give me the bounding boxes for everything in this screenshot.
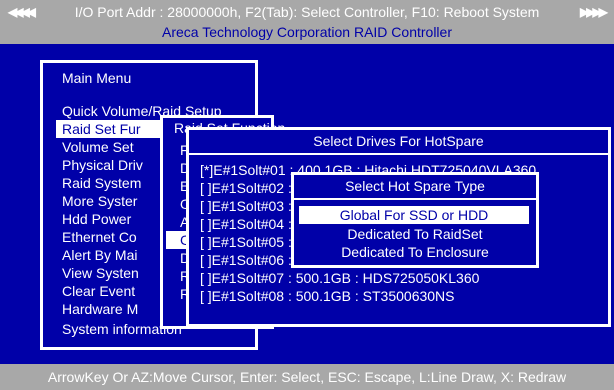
menu-item-physical-drives[interactable]: Physical Driv (62, 156, 143, 174)
menu-item-alert-by-mail[interactable]: Alert By Mai (62, 246, 137, 264)
menu-item-ethernet[interactable]: Ethernet Co (62, 228, 137, 246)
divider (293, 198, 537, 200)
footer-help-bar: ArrowKey Or AZ:Move Cursor, Enter: Selec… (0, 364, 614, 390)
right-arrows-icon: ▶▶▶▶ (580, 5, 608, 19)
menu-item-volume-set[interactable]: Volume Set (62, 138, 134, 156)
header-port-info: I/O Port Addr : 28000000h, F2(Tab): Sele… (74, 4, 540, 20)
hot-spare-type-panel: Select Hot Spare Type Global For SSD or … (291, 172, 539, 268)
menu-item-hdd-power[interactable]: Hdd Power (62, 210, 131, 228)
divider (188, 153, 609, 155)
hot-spare-dedicated-raidset-option[interactable]: Dedicated To RaidSet (293, 225, 537, 243)
menu-item-raid-system[interactable]: Raid System (62, 174, 141, 192)
menu-item-hardware-monitor[interactable]: Hardware M (62, 300, 138, 318)
hot-spare-type-title: Select Hot Spare Type (345, 178, 485, 194)
hot-spare-global-option[interactable]: Global For SSD or HDD (299, 206, 529, 224)
hot-spare-dedicated-enclosure-option[interactable]: Dedicated To Enclosure (293, 243, 537, 261)
header-bar: ◀◀◀◀ I/O Port Addr : 28000000h, F2(Tab):… (0, 0, 614, 44)
menu-item-more-system[interactable]: More Syster (62, 192, 137, 210)
menu-item-clear-event[interactable]: Clear Event (62, 282, 135, 300)
header-controller-name: Areca Technology Corporation RAID Contro… (162, 24, 452, 40)
menu-item-view-system[interactable]: View Systen (62, 264, 139, 282)
drive-item-7[interactable]: [ ]E#1Solt#07 : 500.1GB : HDS725050KL360 (200, 269, 479, 287)
main-menu-title: Main Menu (62, 70, 132, 86)
select-drives-title: Select Drives For HotSpare (313, 133, 484, 149)
drive-item-8[interactable]: [ ]E#1Solt#08 : 500.1GB : ST3500630NS (200, 287, 455, 305)
